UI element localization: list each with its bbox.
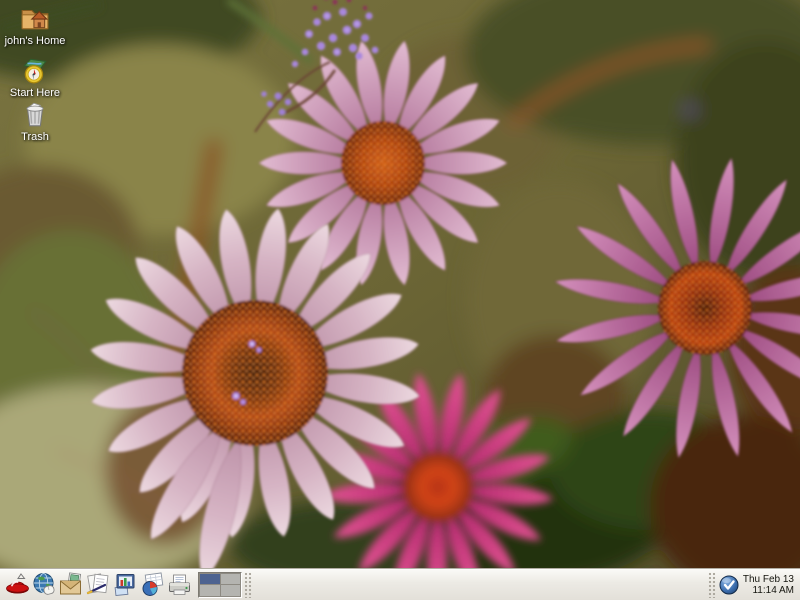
workspace-3[interactable] <box>200 585 220 596</box>
desktop-icon-johns-home[interactable]: john's Home <box>2 3 68 47</box>
desktop-icon-label: Start Here <box>10 87 60 99</box>
impress-icon <box>112 571 139 598</box>
start-here-icon <box>20 55 50 85</box>
taskbar-panel: Thu Feb 13 11:14 AM <box>0 568 800 600</box>
wallpaper-image <box>0 0 800 568</box>
desktop[interactable]: john's Home Start Here <box>0 0 800 568</box>
email-button[interactable] <box>58 570 85 600</box>
panel-launchers <box>0 570 193 600</box>
workspace-switcher[interactable] <box>198 572 242 598</box>
desktop-icon-trash[interactable]: Trash <box>2 99 68 143</box>
workspace-1[interactable] <box>200 574 220 585</box>
panel-drag-handle[interactable] <box>244 572 252 598</box>
desktop-icon-label: john's Home <box>5 35 66 47</box>
workspace-2[interactable] <box>221 574 241 585</box>
redhat-menu-button[interactable] <box>4 570 31 600</box>
calc-button[interactable] <box>139 570 166 600</box>
web-browser-button[interactable] <box>31 570 58 600</box>
panel-clock[interactable]: Thu Feb 13 11:14 AM <box>743 574 794 596</box>
panel-drag-handle[interactable] <box>708 572 716 598</box>
printer-button[interactable] <box>166 570 193 600</box>
redhat-network-icon <box>718 574 740 596</box>
calc-icon <box>139 571 166 598</box>
workspace-4[interactable] <box>221 585 241 596</box>
trash-icon <box>20 99 50 129</box>
desktop-icon-label: Trash <box>21 131 49 143</box>
web-browser-icon <box>31 571 58 598</box>
email-icon <box>58 571 85 598</box>
redhat-network-button[interactable] <box>718 574 740 596</box>
clock-time: 11:14 AM <box>743 585 794 596</box>
writer-button[interactable] <box>85 570 112 600</box>
desktop-icon-start-here[interactable]: Start Here <box>2 55 68 99</box>
clock-date: Thu Feb 13 <box>743 574 794 585</box>
home-folder-icon <box>20 3 50 33</box>
screen: john's Home Start Here <box>0 0 800 600</box>
impress-button[interactable] <box>112 570 139 600</box>
writer-icon <box>85 571 112 598</box>
redhat-menu-icon <box>4 571 31 598</box>
printer-icon <box>166 571 193 598</box>
